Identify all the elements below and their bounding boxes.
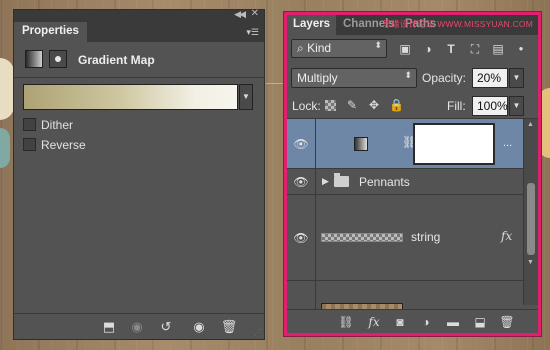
resize-grip-icon[interactable]: ⋰: [254, 328, 262, 337]
chevron-updown-icon: ⬍: [374, 40, 382, 50]
properties-header: Gradient Map: [14, 42, 264, 78]
trash-icon[interactable]: 🗑: [498, 313, 516, 331]
lock-all-icon[interactable]: 🔒: [389, 98, 404, 112]
layer-mask-thumbnail[interactable]: [413, 123, 495, 165]
gradient-preview[interactable]: [23, 84, 238, 110]
layer-filter-row: ⌕ Kind ⬍ ▣ ◑ T ⛶ ▤ ●: [287, 35, 538, 63]
layer-name[interactable]: Pennants: [359, 175, 410, 189]
layer-wood[interactable]: [287, 281, 523, 317]
layer-gradient-map[interactable]: 👁 ⛓ ...: [287, 119, 523, 169]
filter-toggle-icon[interactable]: ●: [513, 41, 529, 57]
layers-scrollbar[interactable]: ▲ ▼: [523, 119, 538, 305]
layer-thumbnail[interactable]: [321, 233, 403, 242]
fx-icon[interactable]: fx: [365, 313, 383, 331]
properties-footer: ⬒ ◉ ↺ ◉ 🗑 ⋰: [14, 313, 264, 339]
fx-icon[interactable]: fx: [501, 229, 512, 243]
smart-object-filter-icon[interactable]: ▤: [490, 41, 506, 57]
dither-checkbox[interactable]: Dither: [23, 117, 173, 133]
collapse-icon[interactable]: ◀◀: [234, 9, 246, 20]
layers-tabbar: Layers Channels Paths 思缘设计论坛 WWW.MISSYUA…: [287, 15, 538, 35]
visibility-column: [287, 281, 316, 311]
watermark: 思缘设计论坛 WWW.MISSYUAN.COM: [382, 19, 533, 29]
tab-layers[interactable]: Layers: [287, 15, 337, 35]
opacity-dropdown-icon[interactable]: ▼: [509, 68, 524, 88]
dither-label: Dither: [41, 118, 74, 132]
properties-panel: ◀◀ ✕ Properties ▾☰ Gradient Map ▼ Dither…: [13, 8, 265, 340]
opacity-input[interactable]: 20%: [472, 68, 508, 88]
scrollbar-thumb[interactable]: [527, 183, 535, 255]
layers-panel: Layers Channels Paths 思缘设计论坛 WWW.MISSYUA…: [284, 12, 541, 336]
properties-title-bar: ◀◀ ✕: [14, 8, 264, 22]
lock-row: Lock: ✎ ✥ 🔒 Fill: 100% ▼: [287, 93, 538, 119]
shape-filter-icon[interactable]: ⛶: [467, 41, 483, 57]
new-layer-icon[interactable]: ⬓: [471, 313, 489, 331]
layer-string[interactable]: 👁 string fx: [287, 195, 523, 281]
scroll-down-icon[interactable]: ▼: [527, 259, 534, 266]
opacity-label: Opacity:: [422, 71, 467, 85]
visibility-icon[interactable]: ◉: [190, 318, 208, 336]
lock-paint-icon[interactable]: ✎: [345, 98, 359, 112]
visibility-column: 👁: [287, 169, 316, 194]
type-filter-icon[interactable]: T: [443, 41, 459, 57]
clip-to-layer-icon[interactable]: ⬒: [100, 318, 118, 336]
tab-properties[interactable]: Properties: [14, 22, 87, 42]
adjustment-icon[interactable]: [25, 50, 43, 68]
layer-name[interactable]: string: [411, 230, 440, 244]
properties-title: Gradient Map: [78, 53, 155, 67]
fill-dropdown-icon[interactable]: ▼: [509, 96, 524, 116]
add-mask-icon[interactable]: ◙: [391, 313, 409, 331]
blend-row: Multiply ⬍ Opacity: 20% ▼: [287, 63, 538, 93]
kind-filter-select[interactable]: ⌕ Kind ⬍: [291, 39, 387, 58]
lock-transparent-icon[interactable]: [325, 100, 336, 111]
layer-list: 👁 ⛓ ... 👁 ▶ Pennants 👁 string fx ▲ ▼: [287, 119, 538, 317]
reverse-checkbox[interactable]: Reverse: [23, 137, 173, 153]
pixel-filter-icon[interactable]: ▣: [397, 41, 413, 57]
connector-line: [266, 83, 284, 84]
visibility-column: 👁: [287, 195, 316, 280]
reverse-label: Reverse: [41, 138, 86, 152]
layer-group-pennants[interactable]: 👁 ▶ Pennants: [287, 169, 523, 195]
eye-icon[interactable]: 👁: [293, 176, 309, 188]
fill-input[interactable]: 100%: [472, 96, 508, 116]
link-icon[interactable]: ⛓: [337, 313, 355, 331]
checkbox-box[interactable]: [23, 138, 36, 151]
layers-footer: ⛓ fx ◙ ◑ ▬ ⬓ 🗑: [287, 309, 538, 333]
gradient-map-adjustment-icon[interactable]: [354, 137, 368, 151]
decoration-pennant-left: [0, 58, 14, 120]
view-previous-icon[interactable]: ◉: [128, 318, 146, 336]
adjustment-layer-icon[interactable]: ◑: [417, 313, 435, 331]
gradient-dropdown-icon[interactable]: ▼: [239, 84, 253, 110]
visibility-column: 👁: [287, 119, 316, 168]
folder-icon: [334, 173, 349, 187]
trash-icon[interactable]: 🗑: [220, 318, 238, 336]
eye-icon[interactable]: 👁: [293, 138, 309, 150]
panel-menu-icon[interactable]: ▾☰: [246, 27, 259, 38]
adjustment-filter-icon[interactable]: ◑: [420, 41, 436, 57]
blend-mode-select[interactable]: Multiply ⬍: [291, 68, 417, 88]
reset-icon[interactable]: ↺: [157, 318, 175, 336]
new-group-icon[interactable]: ▬: [444, 313, 462, 331]
properties-tabbar: Properties ▾☰: [14, 22, 264, 42]
eye-icon[interactable]: 👁: [293, 232, 309, 244]
more-indicator: ...: [503, 137, 513, 149]
search-icon: ⌕: [297, 41, 308, 55]
fill-label: Fill:: [447, 99, 466, 113]
chevron-updown-icon: ⬍: [404, 70, 412, 80]
lock-label: Lock:: [292, 99, 321, 113]
mask-icon[interactable]: [49, 50, 67, 68]
blend-mode-value: Multiply: [297, 71, 338, 85]
expand-triangle-icon[interactable]: ▶: [322, 176, 329, 187]
close-icon[interactable]: ✕: [251, 8, 259, 19]
kind-label: Kind: [307, 41, 332, 55]
decoration-pennant-left-2: [0, 128, 10, 168]
scroll-up-icon[interactable]: ▲: [527, 121, 534, 128]
lock-position-icon[interactable]: ✥: [367, 98, 381, 112]
checkbox-box[interactable]: [23, 118, 36, 131]
